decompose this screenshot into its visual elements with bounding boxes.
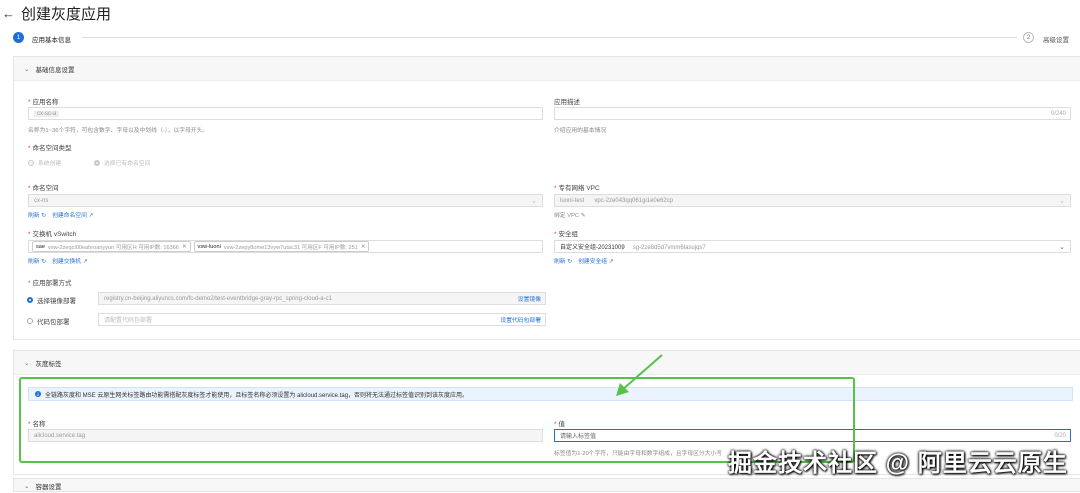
basic-info-title: 基础信息设置 — [35, 66, 75, 74]
gray-tag-header[interactable]: ⌄ 灰度标签 — [14, 351, 1080, 375]
app-desc-input[interactable]: 0/240 — [554, 107, 1071, 120]
radio-icon — [27, 318, 33, 324]
app-name-hint: 名称为1~36个字符，可包含数字、字母以及中划线（-），以字母开头。 — [28, 128, 209, 134]
refresh-ns-link[interactable]: 刷新 ↻ — [28, 210, 46, 219]
create-ns-link[interactable]: 创建命名空间 ↗ — [52, 210, 93, 219]
refresh-vswitch-link[interactable]: 刷新 ↻ — [28, 256, 46, 265]
external-link-icon: ↗ — [88, 213, 94, 219]
collapse-chevron-icon: ⌄ — [24, 483, 30, 490]
sg-label: * 安全组 — [554, 231, 579, 238]
ns-type-option-system[interactable]: 系统创建 — [28, 158, 61, 167]
vpc-bind-hint: 绑定 VPC ✎ — [554, 213, 586, 219]
container-settings-title: 容器设置 — [35, 484, 62, 491]
basic-info-header[interactable]: ⌄ 基础信息设置 — [14, 57, 1080, 81]
close-icon[interactable]: ✕ — [361, 244, 366, 250]
step-1-label: 应用基本信息 — [32, 37, 71, 44]
ns-actions: 刷新 ↻ 创建命名空间 ↗ — [28, 210, 93, 219]
deploy-code-option[interactable]: 代码包部署 — [27, 316, 70, 326]
radio-icon — [94, 159, 100, 166]
create-sg-link[interactable]: 创建安全组 ↗ — [578, 256, 613, 265]
deploy-image-field[interactable]: registry.cn-beijing.aliyuncs.com/fc-demo… — [98, 292, 546, 305]
ns-type-option-existing[interactable]: 选择已有命名空间 — [94, 158, 150, 167]
container-settings-panel[interactable]: ⌄ 容器设置 — [13, 478, 1080, 492]
chevron-down-icon: ⌄ — [531, 197, 537, 205]
ns-label: * 命名空间 — [28, 185, 59, 192]
external-link-icon: ↗ — [82, 259, 88, 265]
set-image-button[interactable]: 设置镜像 — [518, 294, 541, 303]
app-desc-label: 应用描述 — [554, 99, 580, 106]
vpc-label: * 专有网络 VPC — [554, 185, 600, 192]
deploy-image-option[interactable]: 选择镜像部署 — [27, 295, 76, 305]
refresh-icon: ↻ — [41, 259, 47, 265]
refresh-icon: ↻ — [567, 259, 573, 265]
vswitch-actions: 刷新 ↻ 创建交换机 ↗ — [28, 256, 88, 265]
vswitch-tag-sae: sae vsw-2zeqcl00eahroanyyun 可用区H 可用IP数: … — [32, 241, 191, 252]
collapse-chevron-icon: ⌄ — [24, 359, 30, 367]
watermark-text: 掘金技术社区 @ 阿里云云原生 — [728, 450, 1068, 477]
deploy-label: * 应用部署方式 — [28, 280, 72, 287]
page-title: 创建灰度应用 — [21, 6, 112, 23]
radio-icon — [28, 159, 34, 166]
highlight-arrow-icon — [616, 354, 663, 396]
radio-selected-icon — [27, 297, 33, 303]
chevron-down-icon: ⌄ — [1059, 197, 1065, 205]
vswitch-tag-luoni: vsw-luoni vsw-2zepy8ome13vyw7utac31 可用区F… — [193, 241, 370, 252]
ns-select[interactable]: cx-ns ⌄ — [28, 194, 543, 207]
gray-tag-title: 灰度标签 — [35, 360, 62, 368]
step-2-label: 高级设置 — [1043, 37, 1069, 44]
external-link-icon: ↗ — [608, 259, 614, 265]
deploy-code-field[interactable]: 请配置代码包部署 设置代码包部署 — [98, 313, 546, 326]
refresh-sg-link[interactable]: 刷新 ↻ — [554, 256, 572, 265]
create-vswitch-link[interactable]: 创建交换机 ↗ — [52, 256, 87, 265]
app-desc-counter: 0/240 — [1050, 110, 1066, 117]
app-desc-hint: 介绍应用的基本情况 — [554, 128, 607, 134]
tag-value-counter: 0/20 — [1054, 432, 1066, 439]
close-icon[interactable]: ✕ — [182, 244, 187, 250]
sg-actions: 刷新 ↻ 创建安全组 ↗ — [554, 256, 614, 265]
chevron-down-icon: ⌄ — [1059, 243, 1065, 251]
sg-select[interactable]: 自定义安全组-20231009 sg-2ze8d5d7vmm6lasujqs7 ⌄ — [554, 240, 1071, 253]
step-1-circle: 1 — [13, 32, 24, 43]
collapse-chevron-icon: ⌄ — [24, 65, 30, 73]
app-name-label: * 应用名称 — [28, 99, 59, 106]
step-2-circle: 2 — [1023, 32, 1034, 43]
ns-type-label: * 命名空间类型 — [28, 145, 72, 152]
vswitch-label: * 交换机 vSwitch — [28, 231, 77, 238]
refresh-icon: ↻ — [41, 213, 47, 219]
page-header: ← 创建灰度应用 — [2, 3, 111, 24]
vswitch-select[interactable]: sae vsw-2zeqcl00eahroanyyun 可用区H 可用IP数: … — [28, 240, 543, 253]
set-code-button[interactable]: 设置代码包部署 — [500, 315, 541, 324]
back-arrow-icon[interactable]: ← — [2, 6, 15, 21]
app-name-input[interactable]: cx-sc-a — [28, 107, 543, 120]
vpc-select[interactable]: luoni-test vpc-2ze043qq061gi1e0e62cp ⌄ — [554, 194, 1071, 207]
edit-icon: ✎ — [580, 213, 586, 219]
step-connector — [82, 37, 1017, 38]
